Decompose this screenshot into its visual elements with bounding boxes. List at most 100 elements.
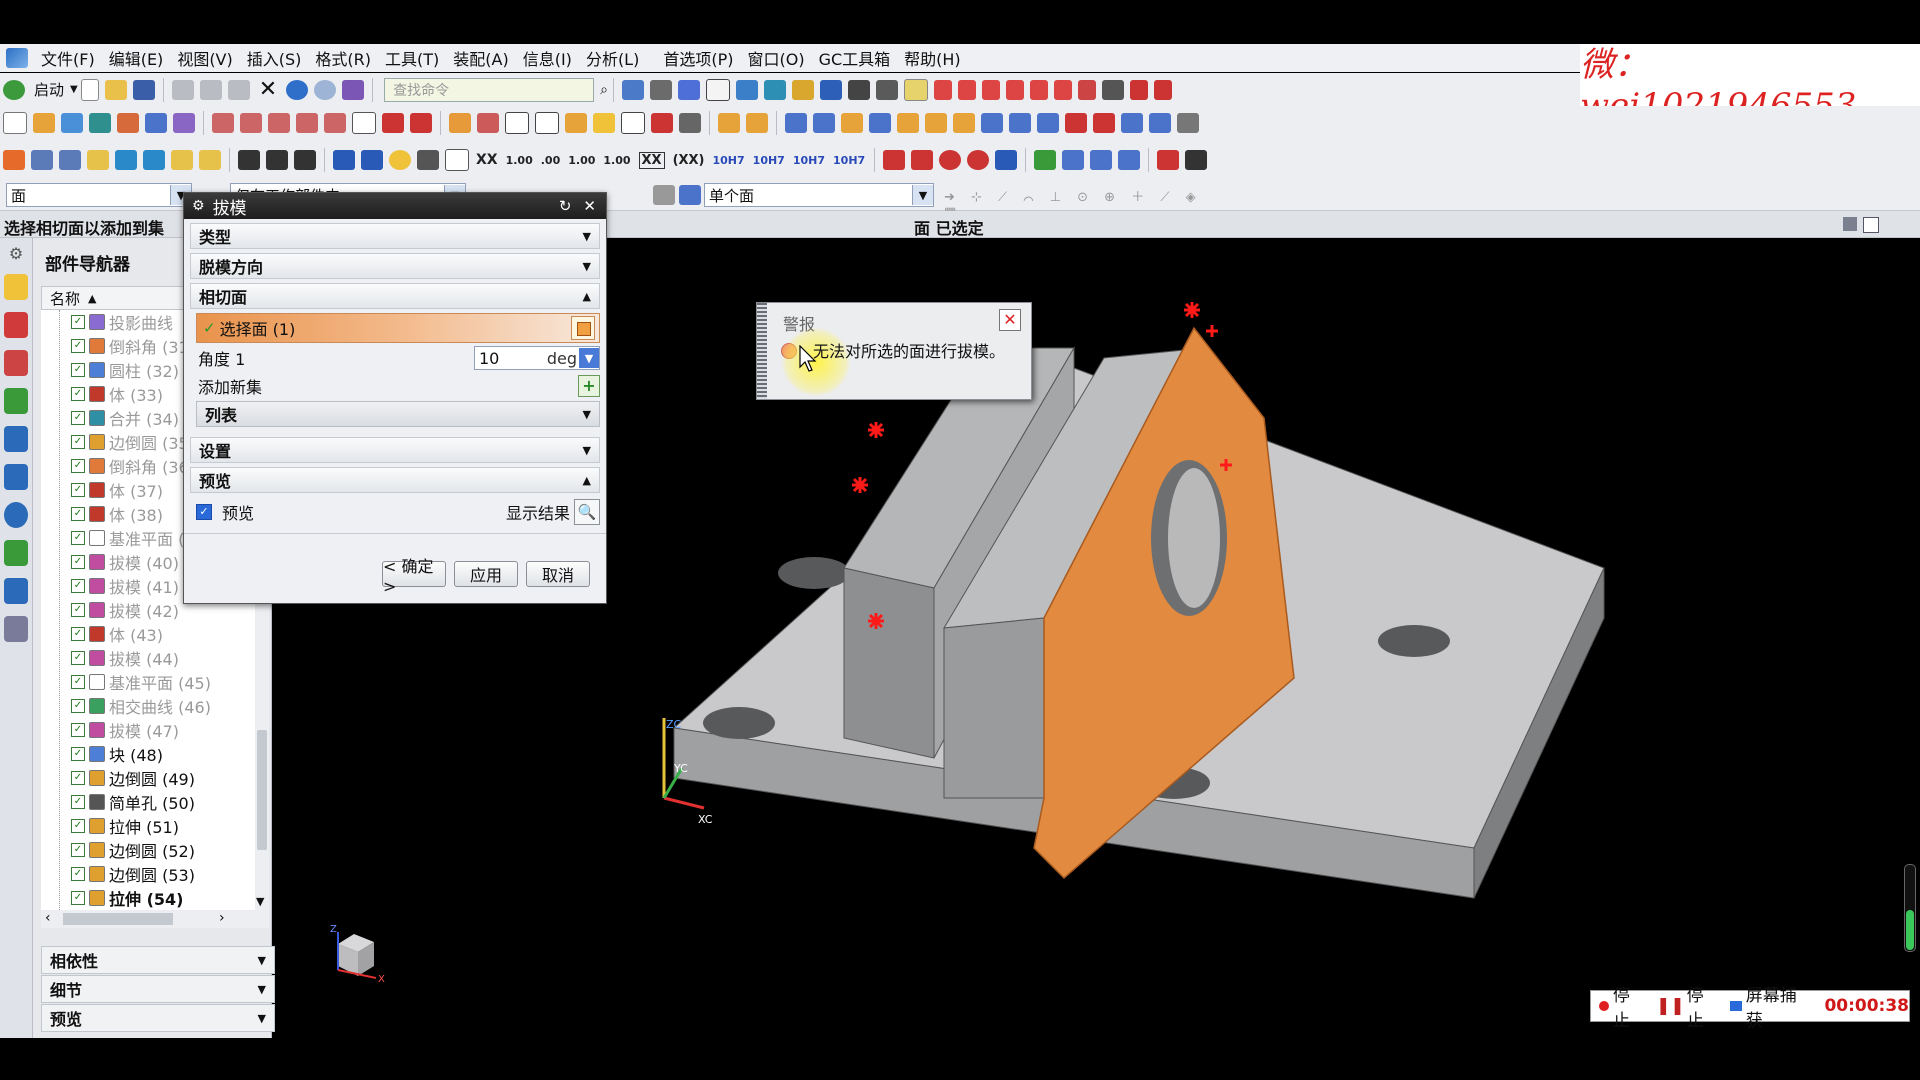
group-face-icon[interactable] (1065, 113, 1087, 133)
draft-icon[interactable] (505, 112, 529, 134)
menu-format[interactable]: 格式(R) (308, 46, 378, 70)
redo-icon[interactable] (314, 79, 337, 100)
section-view-icon[interactable] (115, 150, 137, 170)
roles-icon[interactable] (4, 616, 28, 642)
vscroll-thumb[interactable] (257, 730, 267, 850)
break-view-icon[interactable] (171, 150, 193, 170)
hole-icon[interactable] (89, 113, 111, 133)
chevron-down-icon[interactable]: ▼ (256, 895, 264, 908)
menu-window[interactable]: 窗口(O) (740, 46, 811, 70)
feature-row[interactable]: ✓ 块 (48) (41, 742, 263, 766)
drafting-icon[interactable] (3, 150, 25, 170)
select-all-icon[interactable] (653, 185, 675, 205)
sketch-icon[interactable] (3, 112, 27, 134)
command-search-input[interactable]: 查找命令 (384, 77, 595, 102)
angle-input[interactable]: 10 deg ▼ (474, 346, 600, 370)
feature-row[interactable]: ✓ 边倒圆 (49) (41, 766, 263, 790)
make-tangent-icon[interactable] (1037, 113, 1059, 133)
intersect-curve-icon[interactable] (1078, 79, 1096, 100)
feature-visibility-checkbox[interactable]: ✓ (71, 699, 85, 713)
hole-table-icon[interactable] (1118, 150, 1141, 170)
make-coplanar-icon[interactable] (981, 113, 1003, 133)
show-hide-icon[interactable] (764, 79, 786, 100)
feature-visibility-checkbox[interactable]: ✓ (71, 339, 85, 353)
grid-icon[interactable] (1102, 79, 1124, 100)
open-folder-icon[interactable] (104, 79, 127, 100)
feature-row[interactable]: ✓ 边倒圆 (53) (41, 862, 263, 886)
menu-help[interactable]: 帮助(H) (897, 46, 968, 70)
feature-visibility-checkbox[interactable]: ✓ (71, 771, 85, 785)
datum-feature-icon[interactable] (361, 150, 383, 170)
cut-icon[interactable] (171, 79, 194, 100)
snap-icon[interactable] (792, 79, 814, 100)
menu-tools[interactable]: 工具(T) (378, 46, 446, 70)
parts-list-icon[interactable] (1062, 150, 1085, 170)
part-navigator-icon[interactable] (4, 350, 28, 376)
measure-distance-icon[interactable] (848, 79, 870, 100)
snap-point-toolbar[interactable]: ➜ ⊹ ⟋ ⌒ ⊥ ⊙ ⊕ ＋ ⟋ ◈ ▦ (944, 186, 1204, 220)
close-icon[interactable]: ✕ (583, 197, 596, 215)
feature-row[interactable]: ✓ 基准平面 (45) (41, 670, 263, 694)
menu-preferences[interactable]: 首选项(P) (656, 46, 740, 70)
fit-view-icon[interactable] (622, 79, 644, 100)
constraint-navigator-icon[interactable] (4, 312, 28, 338)
datum-csys-icon[interactable] (410, 113, 432, 133)
precision-3[interactable]: 1.00 (568, 154, 595, 167)
tangent-faces-group-header[interactable]: 相切面 ▲ (190, 283, 600, 309)
feature-visibility-checkbox[interactable]: ✓ (71, 603, 85, 617)
gear-icon[interactable]: ⚙ (4, 244, 28, 263)
delete-face-icon[interactable] (869, 113, 891, 133)
ok-button[interactable]: < 确定 > (382, 557, 446, 596)
hscroll-thumb[interactable] (63, 913, 173, 925)
menu-analysis[interactable]: 分析(L) (579, 46, 646, 70)
preview-group-header[interactable]: 预览 ▲ (190, 467, 600, 493)
feature-visibility-checkbox[interactable]: ✓ (71, 675, 85, 689)
details-panel-header[interactable]: 细节 ▼ (41, 975, 275, 1003)
balloon-icon[interactable] (389, 150, 411, 170)
feature-visibility-checkbox[interactable]: ✓ (71, 555, 85, 569)
feature-visibility-checkbox[interactable]: ✓ (71, 795, 85, 809)
feature-row[interactable]: ✓ 相交曲线 (46) (41, 694, 263, 718)
fillet-curve-icon[interactable] (1130, 79, 1148, 100)
revolve-icon[interactable] (61, 113, 83, 133)
project-curve-icon[interactable] (1054, 79, 1072, 100)
bolt-circle-icon[interactable] (967, 150, 990, 170)
preview-checkbox[interactable]: ✓ (196, 504, 212, 520)
feature-row[interactable]: ✓ 拔模 (47) (41, 718, 263, 742)
check-icon[interactable] (1034, 150, 1057, 170)
undo-icon[interactable] (286, 79, 309, 100)
note-icon[interactable] (266, 150, 288, 170)
surface-finish-icon[interactable] (294, 150, 316, 170)
cancel-button[interactable]: 取消 (526, 561, 590, 587)
center-mark-icon[interactable] (939, 150, 962, 170)
point-icon[interactable] (904, 78, 928, 101)
face-select-cube-icon[interactable] (571, 316, 595, 340)
clock-icon[interactable] (4, 502, 28, 528)
show-result-button[interactable]: 🔍 (574, 499, 600, 525)
sheets-icon[interactable] (59, 150, 81, 170)
menu-insert[interactable]: 插入(S) (240, 46, 309, 70)
select-faces-row[interactable]: ✓ 选择面 (1) (196, 313, 600, 343)
gc-gear-icon[interactable] (679, 113, 701, 133)
centerline-icon[interactable] (883, 150, 906, 170)
feature-visibility-checkbox[interactable]: ✓ (71, 579, 85, 593)
paste-icon[interactable] (227, 79, 250, 100)
system-materials-icon[interactable] (4, 540, 28, 566)
tabular-note-icon[interactable] (1090, 150, 1113, 170)
wcs-icon[interactable] (820, 79, 842, 100)
view-dependent-icon[interactable] (199, 150, 221, 170)
render-style-icon[interactable] (650, 79, 672, 100)
scale-body-icon[interactable] (296, 113, 318, 133)
assembly-navigator-icon[interactable] (4, 274, 28, 300)
edge-blend-icon[interactable] (449, 113, 471, 133)
copy-icon[interactable] (199, 79, 222, 100)
offset-face-icon[interactable] (268, 113, 290, 133)
basic-dim-label[interactable]: XX (638, 151, 665, 169)
feature-row[interactable]: ✓ 简单孔 (50) (41, 790, 263, 814)
pull-face-icon[interactable] (746, 113, 768, 133)
alert-close-button[interactable]: ✕ (999, 309, 1021, 331)
start-button[interactable]: 启动 (34, 79, 64, 100)
menu-gc-toolkit[interactable]: GC工具箱 (812, 46, 898, 70)
navigator-hscrollbar[interactable]: ‹ › (41, 910, 269, 928)
symmetric-centerline-icon[interactable] (911, 150, 934, 170)
